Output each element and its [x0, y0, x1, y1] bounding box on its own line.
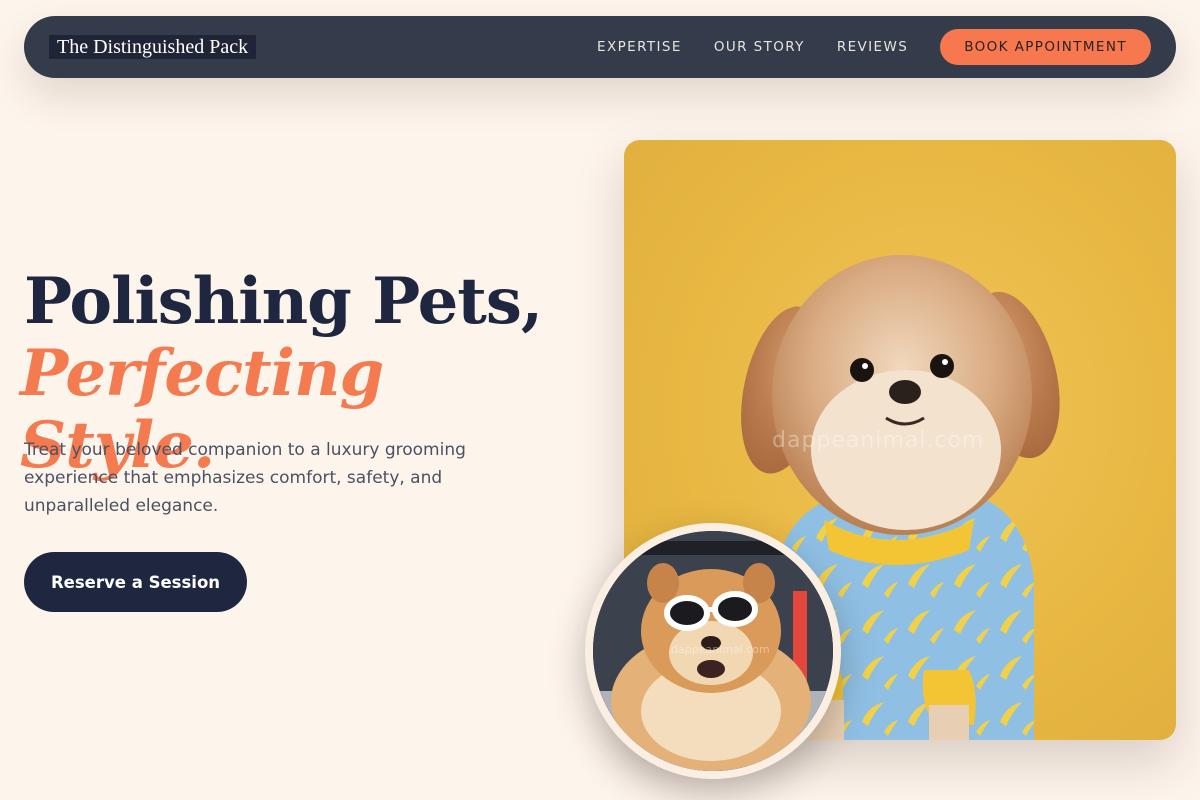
top-navbar: The Distinguished Pack EXPERTISE OUR STO…: [24, 16, 1176, 78]
brand-logo[interactable]: The Distinguished Pack: [49, 35, 257, 59]
hero-title-line1: Polishing Pets,: [24, 264, 543, 339]
nav-link-our-story[interactable]: OUR STORY: [714, 39, 805, 55]
main-photo-watermark: dappeanimal.com: [772, 428, 985, 453]
hero-description: Treat your beloved companion to a luxury…: [24, 440, 466, 516]
inset-photo-watermark: dappeanimal.com: [671, 643, 770, 656]
reserve-session-button[interactable]: Reserve a Session: [24, 552, 247, 612]
nav-link-expertise[interactable]: EXPERTISE: [597, 39, 682, 55]
nav-link-reviews[interactable]: REVIEWS: [837, 39, 908, 55]
inset-dog-photo: dappeanimal.com: [585, 523, 841, 779]
book-appointment-button[interactable]: BOOK APPOINTMENT: [940, 29, 1151, 65]
nav-links: EXPERTISE OUR STORY REVIEWS BOOK APPOINT…: [597, 29, 1151, 65]
